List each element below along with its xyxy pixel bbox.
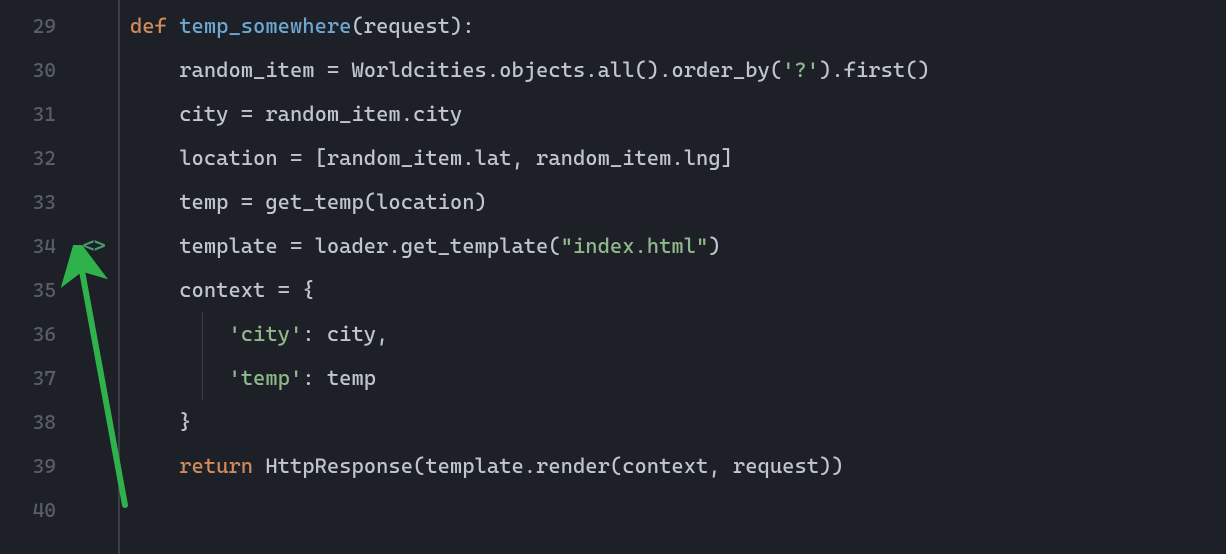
line-number: 40	[0, 488, 118, 532]
code-token: 'city'	[228, 322, 302, 346]
code-line[interactable]: 'temp': temp	[130, 356, 1226, 400]
code-token: )	[708, 234, 720, 258]
code-token: random_item = Worldcities.objects.all().…	[130, 58, 782, 82]
code-content[interactable]: def temp_somewhere(request): random_item…	[120, 0, 1226, 554]
code-line[interactable]: def temp_somewhere(request):	[130, 4, 1226, 48]
line-number-text: 29	[33, 14, 56, 38]
code-token: (	[351, 14, 363, 38]
code-line[interactable]: random_item = Worldcities.objects.all().…	[130, 48, 1226, 92]
code-token: "index.html"	[561, 234, 709, 258]
line-number-text: 32	[33, 146, 56, 170]
line-number-text: 34	[33, 234, 56, 258]
line-number-text: 37	[33, 366, 56, 390]
code-token: }	[130, 410, 192, 434]
indent-guide	[202, 356, 203, 400]
line-number: 32	[0, 136, 118, 180]
code-token: city = random_item.city	[130, 102, 462, 126]
code-line[interactable]: }	[130, 400, 1226, 444]
line-number: 29	[0, 4, 118, 48]
code-token	[130, 322, 228, 346]
line-number: 35	[0, 268, 118, 312]
line-number-text: 38	[33, 410, 56, 434]
code-token	[130, 454, 179, 478]
code-token: '?'	[782, 58, 819, 82]
code-line[interactable]: return HttpResponse(template.render(cont…	[130, 444, 1226, 488]
code-token	[130, 366, 228, 390]
code-token: temp = get_temp(location)	[130, 190, 487, 214]
line-number-text: 39	[33, 454, 56, 478]
code-editor[interactable]: 29 30 31 32 33 34 <> 35 36 37 38 39 40 def temp_some…	[0, 0, 1226, 554]
code-token: 'temp'	[228, 366, 302, 390]
code-token: HttpResponse(template.render(context, re…	[253, 454, 844, 478]
line-number: 31	[0, 92, 118, 136]
line-number-text: 30	[33, 58, 56, 82]
code-token: ).first()	[819, 58, 930, 82]
line-number: 34 <>	[0, 224, 118, 268]
indent-guide	[202, 312, 203, 356]
line-number-text: 40	[33, 498, 56, 522]
code-token: location = [random_item.lat, random_item…	[130, 146, 733, 170]
code-token: temp_somewhere	[179, 14, 351, 38]
line-number-text: 35	[33, 278, 56, 302]
code-line[interactable]: city = random_item.city	[130, 92, 1226, 136]
code-token: request	[364, 14, 450, 38]
line-number-gutter: 29 30 31 32 33 34 <> 35 36 37 38 39 40	[0, 0, 120, 554]
gutter-marker-icon[interactable]: <>	[82, 234, 104, 259]
code-line[interactable]	[130, 488, 1226, 532]
line-number-text: 33	[33, 190, 56, 214]
code-token: : temp	[302, 366, 376, 390]
code-line[interactable]: context = {	[130, 268, 1226, 312]
line-number: 30	[0, 48, 118, 92]
line-number: 38	[0, 400, 118, 444]
line-number: 39	[0, 444, 118, 488]
code-token: return	[179, 454, 253, 478]
line-number-text: 31	[33, 102, 56, 126]
line-number: 36	[0, 312, 118, 356]
line-number: 33	[0, 180, 118, 224]
code-token: ):	[450, 14, 475, 38]
code-line[interactable]: 'city': city,	[130, 312, 1226, 356]
code-line[interactable]: temp = get_temp(location)	[130, 180, 1226, 224]
code-line[interactable]: location = [random_item.lat, random_item…	[130, 136, 1226, 180]
code-token: : city,	[302, 322, 388, 346]
line-number-text: 36	[33, 322, 56, 346]
code-token: context = {	[130, 278, 315, 302]
line-number: 37	[0, 356, 118, 400]
code-token: def	[130, 14, 179, 38]
code-line[interactable]: template = loader.get_template("index.ht…	[130, 224, 1226, 268]
code-token: template = loader.get_template(	[130, 234, 561, 258]
